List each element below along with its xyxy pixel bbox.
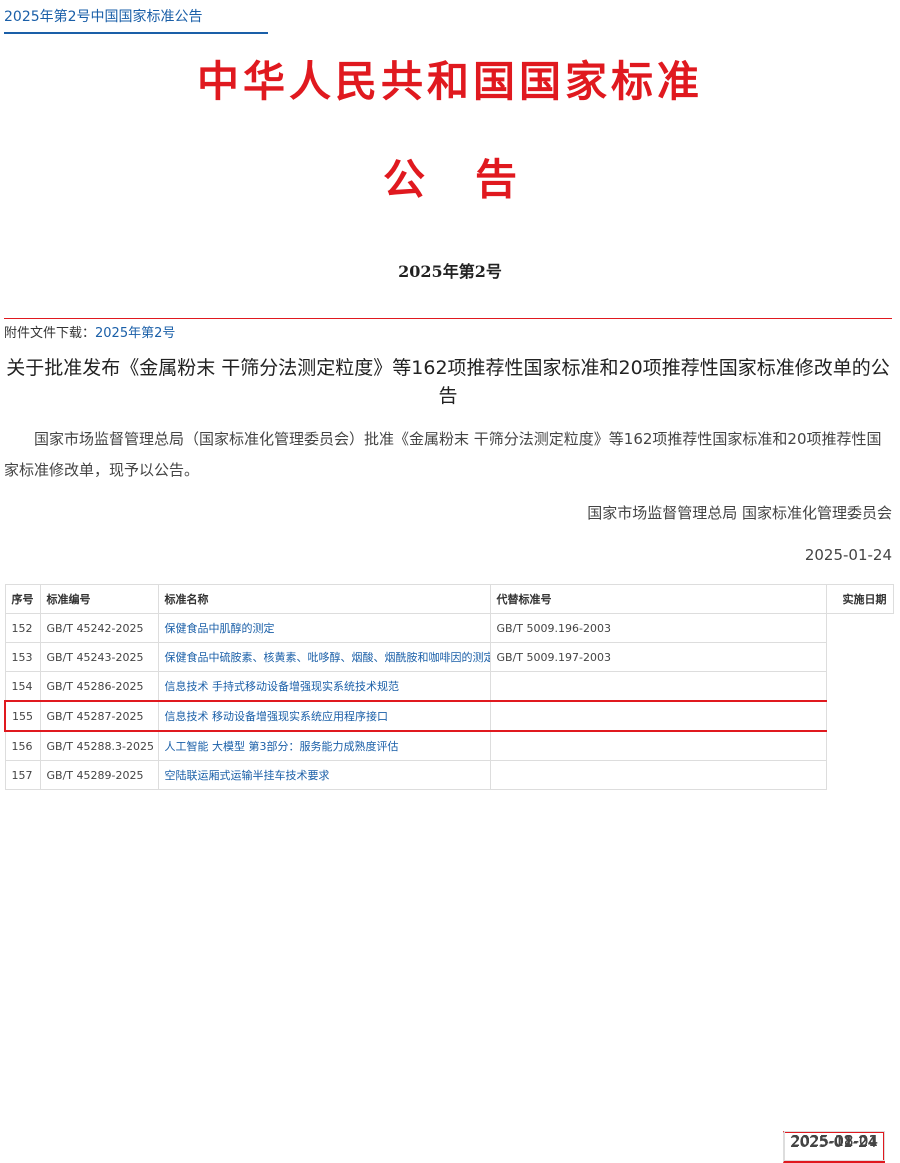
cell-code: GB/T 45289-2025 [39,760,159,790]
notice-issuer: 国家市场监督管理总局 国家标准化管理委员会 [587,504,892,522]
standards-table: 序号 标准编号 标准名称 代替标准号 实施日期 152 GB/T 45242-20… [4,584,894,1163]
cell-replaces: GB/T 5009.197-2003 [489,642,827,672]
cell-replaces [489,671,827,702]
table-row: 157 GB/T 45289-2025 空陆联运厢式运输半挂车技术要求 2025-12… [4,760,893,1161]
cell-no: 153 [4,642,41,672]
table-header-row: 序号 标准编号 标准名称 代替标准号 实施日期 [4,584,894,614]
attachment-link[interactable]: 2025年第2号 [95,326,175,341]
table-row: 154 GB/T 45286-2025 信息技术 手持式移动设备增强现实系统技术规范… [4,671,893,1161]
issue-number: 2025年第2号 [398,262,502,281]
notice-title: 关于批准发布《金属粉末 干筛分法测定粒度》等162项推荐性国家标准和20项推荐性… [6,357,890,407]
cell-replaces: GB/T 5009.196-2003 [489,613,827,643]
cell-name-link[interactable]: 空陆联运厢式运输半挂车技术要求 [157,760,491,790]
header-name: 标准名称 [157,584,491,614]
notice-date: 2025-01-24 [804,546,892,564]
cell-date: 2025-12-01 [783,1130,885,1161]
table-row: 155 GB/T 45287-2025 信息技术 移动设备增强现实系统应用程序接口 2… [4,700,893,1163]
breadcrumb-underline [4,32,268,34]
cell-code: GB/T 45286-2025 [39,671,159,702]
attachment-label: 附件文件下载： [4,326,96,341]
cell-code: GB/T 45243-2025 [39,642,159,672]
cell-replaces [489,760,827,790]
header-date: 实施日期 [825,584,894,614]
page-title: 中华人民共和国国家标准 [196,57,703,106]
cell-replaces [489,730,827,761]
header-code: 标准编号 [39,584,159,614]
cell-name-link[interactable]: 信息技术 移动设备增强现实系统应用程序接口 [157,700,491,732]
cell-code: GB/T 45287-2025 [39,700,159,732]
cell-replaces [489,700,827,732]
cell-no: 154 [4,671,41,702]
cell-no: 152 [4,613,41,643]
cell-code: GB/T 45242-2025 [39,613,159,643]
cell-no: 155 [4,700,41,732]
page-subtitle: 公告 [382,155,567,204]
cell-code: GB/T 45288.3-2025 [39,730,159,761]
breadcrumb[interactable]: 2025年第2号中国国家标准公告 [4,6,203,26]
cell-name-link[interactable]: 信息技术 手持式移动设备增强现实系统技术规范 [157,671,491,702]
cell-name-link[interactable]: 保健食品中硫胺素、核黄素、吡哆醇、烟酸、烟酰胺和咖啡因的测定 [157,642,491,672]
table-row: 152 GB/T 45242-2025 保健食品中肌醇的测定 GB/T 5009.19… [4,613,893,1161]
cell-name-link[interactable]: 人工智能 大模型 第3部分：服务能力成熟度评估 [157,730,491,761]
table-row: 156 GB/T 45288.3-2025 人工智能 大模型 第3部分：服务能力成熟… [4,730,893,1161]
header-replaces: 代替标准号 [489,584,827,614]
cell-name-link[interactable]: 保健食品中肌醇的测定 [157,613,491,643]
divider [4,318,892,319]
cell-no: 156 [4,730,41,761]
cell-no: 157 [4,760,41,790]
header-no: 序号 [4,584,41,614]
attachment-row: 附件文件下载：2025年第2号 [4,322,175,341]
notice-body: 国家市场监督管理总局（国家标准化管理委员会）批准《金属粉末 干筛分法测定粒度》等… [4,430,882,479]
table-row: 153 GB/T 45243-2025 保健食品中硫胺素、核黄素、吡哆醇、烟酸、烟酰… [4,642,893,1161]
